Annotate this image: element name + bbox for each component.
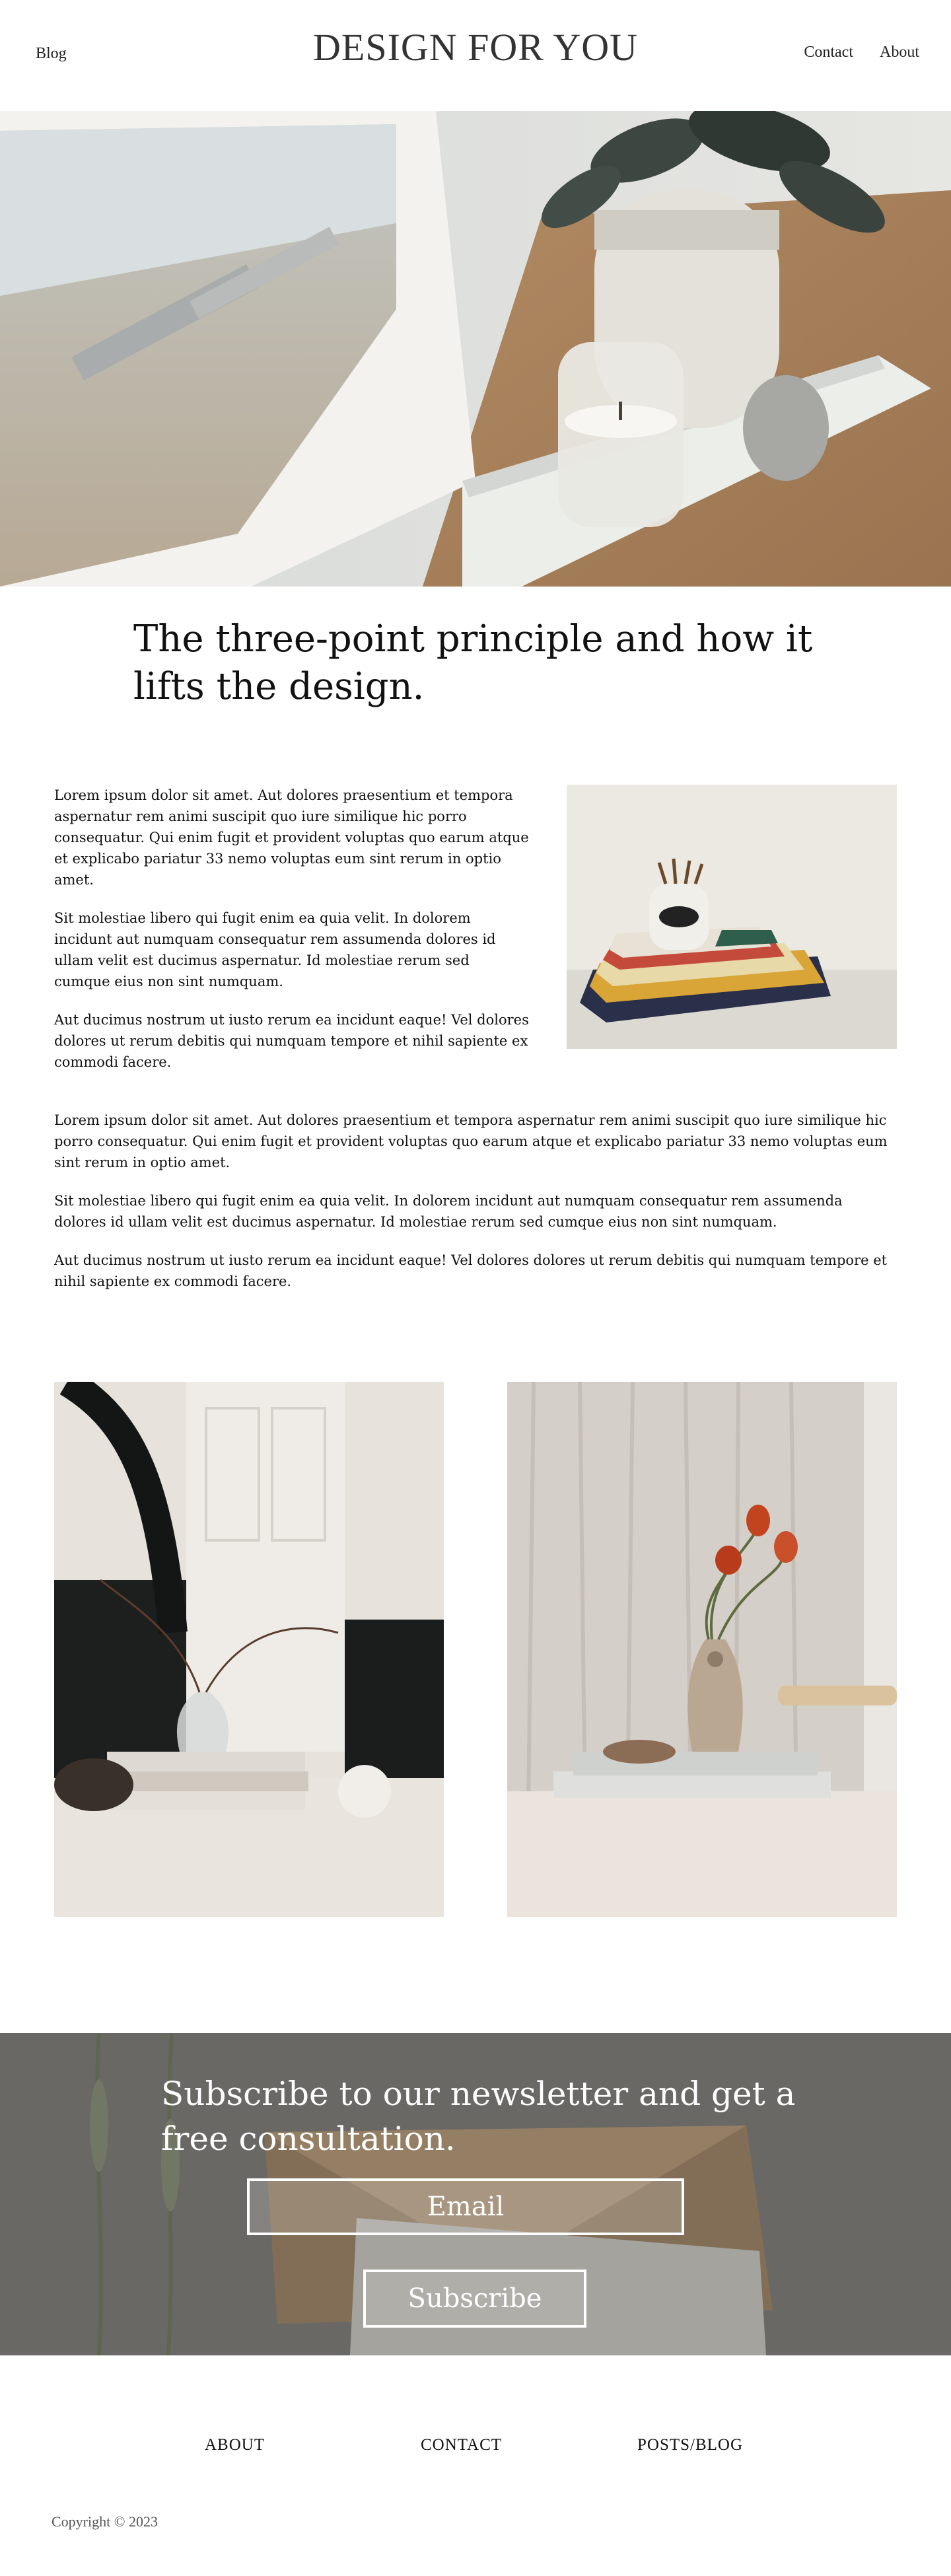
site-header: Blog DESIGN FOR YOU Contact About: [0, 0, 951, 111]
newsletter-title: Subscribe to our newsletter and get a fr…: [161, 2075, 796, 2158]
tulips-photo: [507, 1382, 897, 1917]
subscribe-button[interactable]: Subscribe: [363, 2270, 586, 2328]
nav-link-about[interactable]: About: [880, 44, 919, 61]
article-headline: The three-point principle and how it lif…: [133, 618, 813, 708]
nav-link-contact[interactable]: Contact: [804, 44, 853, 61]
paragraph: Lorem ipsum dolor sit amet. Aut dolores …: [54, 787, 529, 888]
paragraph: Aut ducimus nostrum ut iusto rerum ea in…: [54, 1012, 529, 1070]
newsletter-section: Subscribe to our newsletter and get a fr…: [0, 2033, 951, 2355]
paragraph: Aut ducimus nostrum ut iusto rerum ea in…: [54, 1252, 888, 1289]
paragraph: Lorem ipsum dolor sit amet. Aut dolores …: [54, 1112, 888, 1170]
article-full-text: Lorem ipsum dolor sit amet. Aut dolores …: [54, 1110, 888, 1309]
vase-branches-photo: [54, 1382, 444, 1917]
nav-right: Contact About: [804, 44, 919, 61]
footer-link-contact[interactable]: CONTACT: [421, 2436, 502, 2454]
footer-nav: ABOUT CONTACT POSTS/BLOG: [0, 2436, 951, 2462]
books-photo: [567, 785, 897, 1049]
paragraph: Sit molestiae libero qui fugit enim ea q…: [54, 910, 496, 989]
paragraph: Sit molestiae libero qui fugit enim ea q…: [54, 1193, 843, 1230]
article-column-text: Lorem ipsum dolor sit amet. Aut dolores …: [54, 785, 530, 1090]
email-input[interactable]: [247, 2178, 684, 2235]
footer-link-about[interactable]: ABOUT: [205, 2436, 265, 2454]
hero-image: [0, 111, 951, 587]
footer-link-posts-blog[interactable]: POSTS/BLOG: [637, 2436, 743, 2454]
copyright-text: Copyright © 2023: [52, 2513, 158, 2530]
